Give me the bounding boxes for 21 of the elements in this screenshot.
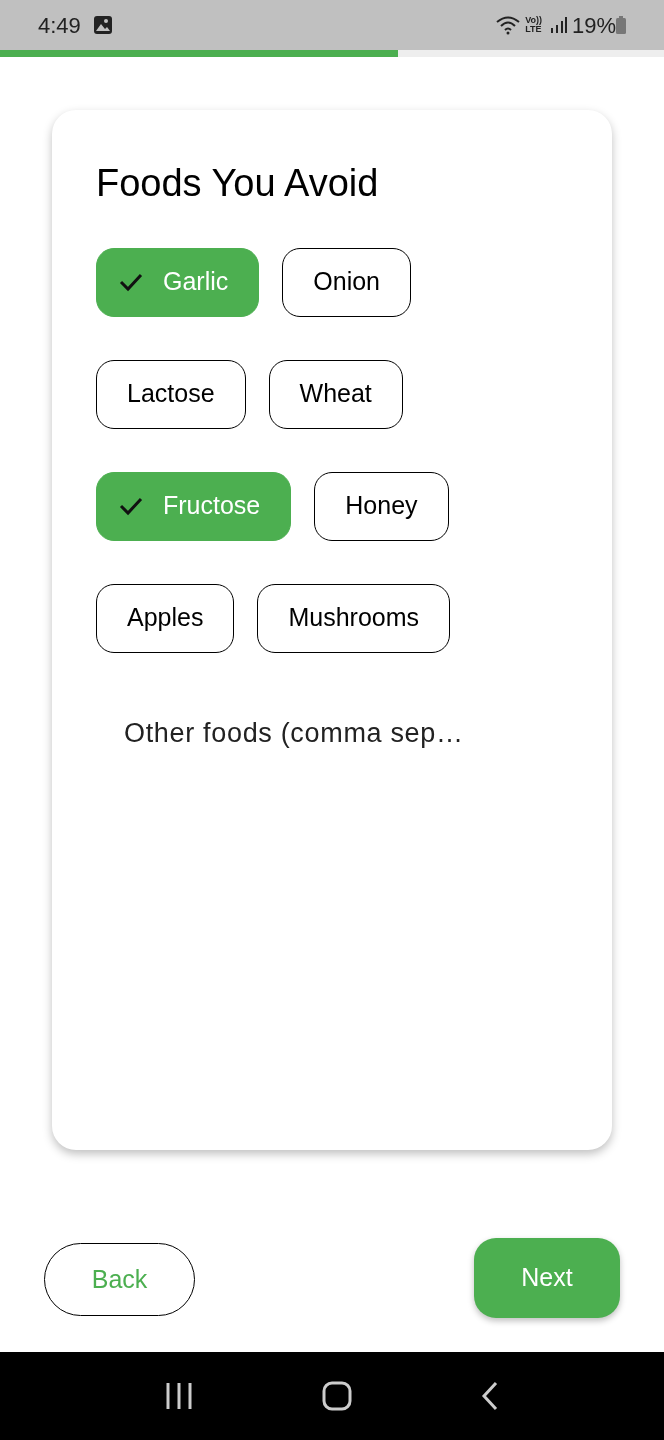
home-icon[interactable]: [322, 1381, 352, 1411]
food-chip[interactable]: Honey: [314, 471, 449, 541]
food-chip[interactable]: Apples: [96, 583, 235, 653]
other-foods-field[interactable]: Other foods (comma sep…: [124, 712, 544, 753]
recent-apps-icon[interactable]: [164, 1381, 194, 1411]
food-chip[interactable]: Mushrooms: [257, 583, 451, 653]
food-chip[interactable]: Wheat: [268, 359, 403, 429]
check-icon: [119, 272, 143, 292]
clock: 4:49: [38, 11, 81, 40]
card-title: Foods You Avoid: [96, 161, 380, 206]
battery-icon: [616, 16, 626, 34]
back-icon[interactable]: [480, 1381, 500, 1411]
lte-label: LTE: [525, 25, 542, 34]
check-icon: [119, 496, 143, 516]
image-icon: [92, 15, 113, 35]
food-chip[interactable]: Lactose: [96, 359, 246, 429]
food-chip[interactable]: Onion: [282, 247, 411, 317]
battery-percent: 19%: [571, 11, 616, 40]
wifi-icon: [495, 15, 522, 35]
volte-label: Vo)): [525, 16, 542, 25]
signal-icon: [549, 16, 568, 34]
